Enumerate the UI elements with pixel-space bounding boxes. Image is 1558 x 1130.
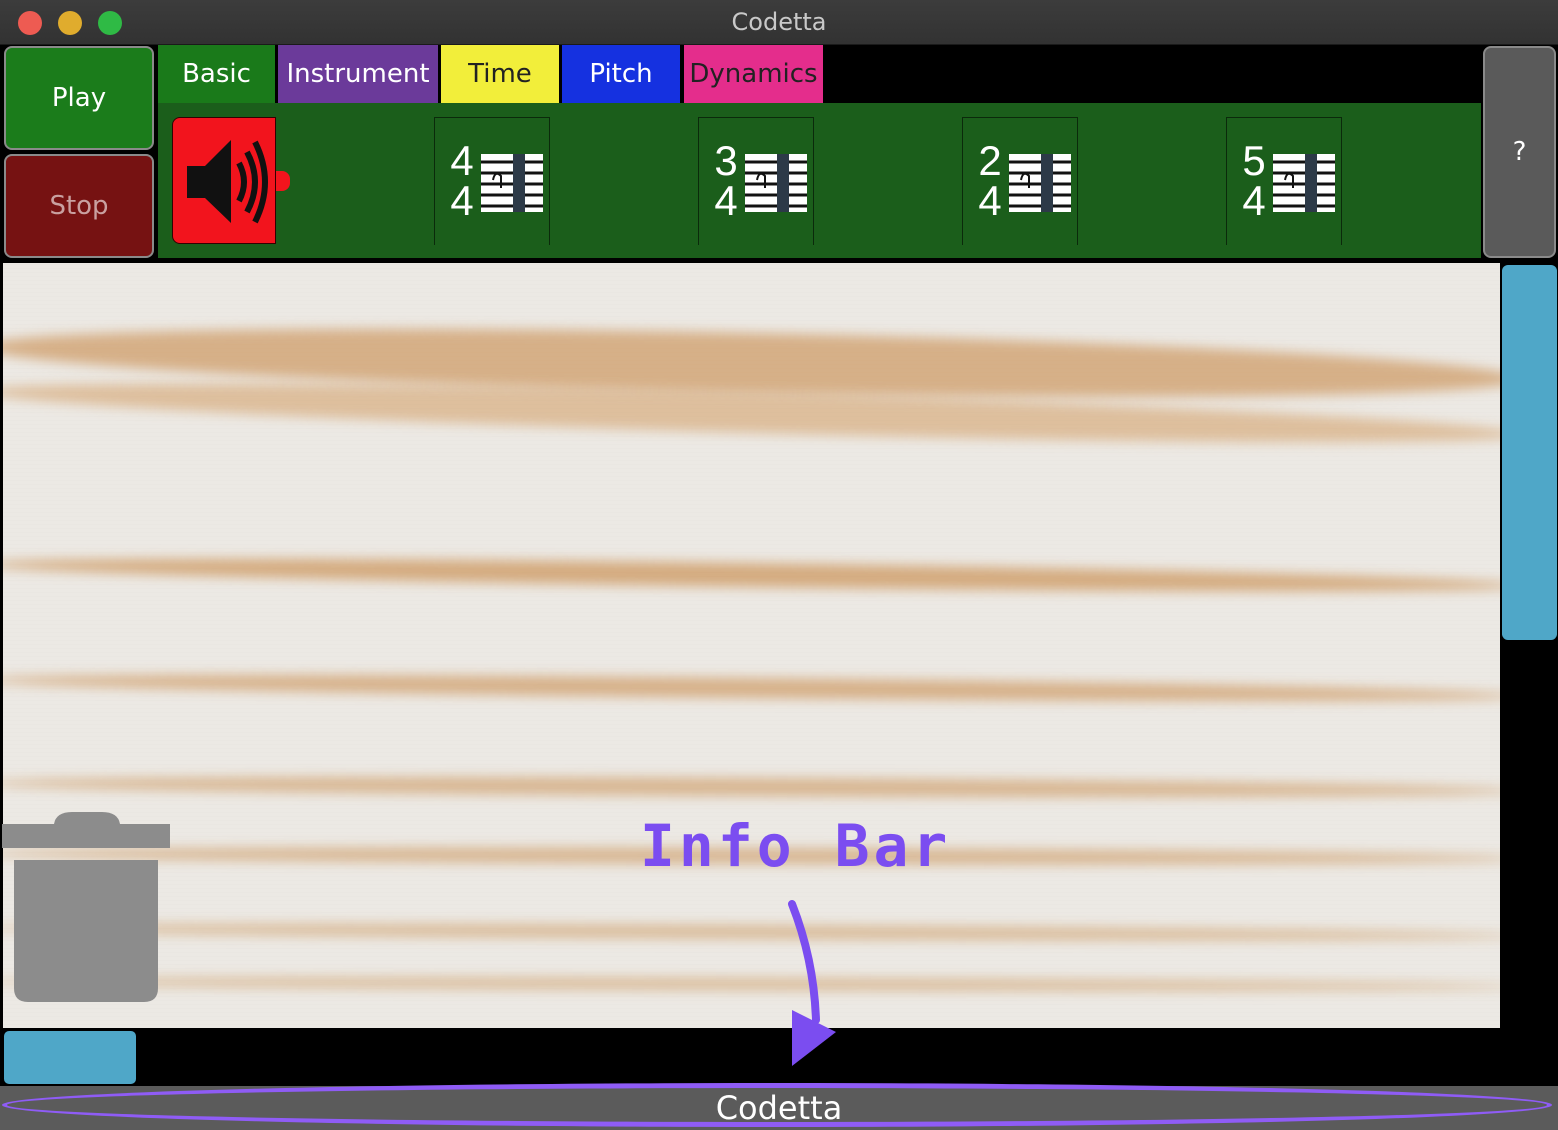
trash-icon[interactable] <box>2 812 172 1002</box>
time-signature-bottom: 4 <box>450 177 474 224</box>
tab-time[interactable]: Time <box>441 45 559 103</box>
window-title: Codetta <box>731 8 827 36</box>
sound-block-connector <box>276 171 290 191</box>
tab-pitch[interactable]: Pitch <box>562 45 680 103</box>
time-signature-block[interactable]: 4 4 <box>434 117 550 245</box>
info-bar-text: Codetta <box>715 1089 843 1127</box>
tab-instrument[interactable]: Instrument <box>278 45 438 103</box>
time-signature-bottom: 4 <box>1242 177 1266 224</box>
wood-grain <box>3 975 1500 993</box>
wood-grain <box>3 552 1500 598</box>
title-bar: Codetta <box>0 0 1558 45</box>
wood-grain <box>3 773 1500 801</box>
time-signature-top: 5 <box>1242 137 1266 184</box>
play-button[interactable]: Play <box>4 46 154 150</box>
time-signature-bottom: 4 <box>978 177 1002 224</box>
staff-icon <box>481 154 543 212</box>
time-signature-block[interactable]: 3 4 <box>698 117 814 245</box>
staff-icon <box>1009 154 1071 212</box>
time-signature-top: 4 <box>450 137 474 184</box>
horizontal-scrollbar[interactable] <box>4 1031 136 1084</box>
info-bar: Codetta <box>0 1086 1558 1130</box>
time-signature-block[interactable]: 5 4 <box>1226 117 1342 245</box>
sound-block[interactable] <box>172 117 276 244</box>
time-signature-top: 2 <box>978 137 1002 184</box>
stop-button[interactable]: Stop <box>4 154 154 258</box>
time-signature-bottom: 4 <box>714 177 738 224</box>
speaker-icon <box>187 140 268 224</box>
time-signature-top: 3 <box>714 137 738 184</box>
vertical-scrollbar[interactable] <box>1502 265 1557 640</box>
tab-basic[interactable]: Basic <box>158 45 275 103</box>
info-bar-annotation: Info Bar <box>640 812 952 880</box>
staff-icon <box>745 154 807 212</box>
time-signature-block[interactable]: 2 4 <box>962 117 1078 245</box>
annotation-arrow-icon <box>788 900 836 1066</box>
tab-dynamics[interactable]: Dynamics <box>684 45 823 103</box>
staff-icon <box>1273 154 1335 212</box>
workspace-canvas[interactable] <box>3 263 1500 1028</box>
help-button[interactable]: ? <box>1483 46 1556 258</box>
wood-grain <box>3 669 1500 707</box>
wood-grain <box>3 920 1500 944</box>
